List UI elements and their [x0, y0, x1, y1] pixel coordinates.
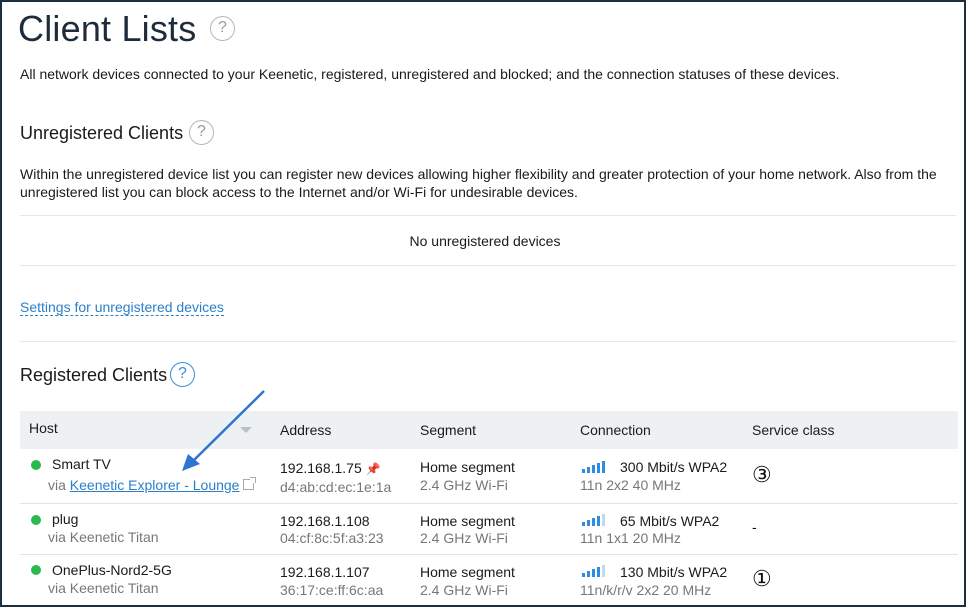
signal-bars-icon [582, 461, 608, 473]
sort-caret-icon[interactable] [240, 427, 252, 433]
mac-address: 04:cf:8c:5f:a3:23 [280, 530, 384, 546]
host-via: via Keenetic Explorer - Lounge [48, 477, 257, 493]
signal-bar [592, 569, 595, 577]
segment: Home segment [420, 564, 515, 580]
host-name[interactable]: plug [52, 511, 78, 527]
ip-address: 192.168.1.75 📌 [280, 460, 381, 476]
external-link-icon[interactable] [243, 477, 257, 490]
mac-address: 36:17:ce:ff:6c:aa [280, 582, 384, 598]
host-via: via Keenetic Titan [48, 580, 159, 596]
column-header-address[interactable]: Address [280, 422, 331, 438]
signal-bar [592, 465, 595, 473]
divider [20, 265, 956, 266]
help-icon[interactable]: ? [210, 16, 235, 41]
page-title: Client Lists [18, 8, 197, 49]
signal-bar [602, 514, 605, 526]
table-header: Host Address Segment Connection Service … [20, 411, 958, 449]
host-name[interactable]: OnePlus-Nord2-5G [52, 562, 172, 578]
service-class[interactable]: ③ [752, 462, 772, 488]
unregistered-description: Within the unregistered device list you … [20, 166, 937, 200]
column-header-connection[interactable]: Connection [580, 422, 651, 438]
segment: Home segment [420, 513, 515, 529]
table-row[interactable]: Smart TV via Keenetic Explorer - Lounge … [20, 449, 958, 503]
service-class[interactable]: - [752, 519, 757, 535]
column-header-segment[interactable]: Segment [420, 422, 476, 438]
signal-bar [587, 571, 590, 577]
signal-bar [602, 461, 605, 473]
registered-clients-title: Registered Clients [20, 365, 168, 385]
no-unregistered-devices-text: No unregistered devices [409, 233, 561, 249]
column-header-service-class[interactable]: Service class [752, 422, 834, 438]
host-via: via Keenetic Titan [48, 529, 159, 545]
settings-unregistered-link[interactable]: Settings for unregistered devices [20, 299, 224, 316]
signal-bar [597, 463, 600, 473]
status-online-dot [31, 515, 41, 525]
band: 2.4 GHz Wi-Fi [420, 477, 508, 493]
service-class[interactable]: ① [752, 566, 772, 592]
connection-mode: 11n 2x2 40 MHz [580, 477, 681, 493]
pin-icon: 📌 [365, 462, 381, 476]
registered-help-icon[interactable]: ? [170, 362, 195, 387]
ip-address: 192.168.1.108 [280, 513, 370, 529]
divider [20, 215, 956, 216]
unregistered-clients-title: Unregistered Clients [20, 123, 184, 143]
table-row[interactable]: plug via Keenetic Titan 192.168.1.108 04… [20, 504, 958, 554]
table-row[interactable]: OnePlus-Nord2-5G via Keenetic Titan 192.… [20, 555, 958, 605]
unregistered-help-icon[interactable]: ? [189, 120, 214, 145]
divider [20, 341, 956, 342]
via-link[interactable]: Keenetic Explorer - Lounge [70, 477, 240, 493]
signal-bars-icon [582, 565, 608, 577]
app-frame: Client Lists ? All network devices conne… [0, 0, 966, 607]
mac-address: d4:ab:cd:ec:1e:1a [280, 479, 392, 495]
connection-rate: 65 Mbit/s WPA2 [620, 513, 720, 529]
connection-mode: 11n 1x1 20 MHz [580, 530, 681, 546]
signal-bar [597, 516, 600, 526]
band: 2.4 GHz Wi-Fi [420, 530, 508, 546]
column-header-host[interactable]: Host [29, 420, 58, 436]
signal-bars-icon [582, 514, 608, 526]
connection-rate: 130 Mbit/s WPA2 [620, 564, 728, 580]
status-online-dot [31, 460, 41, 470]
ip-address: 192.168.1.107 [280, 564, 370, 580]
signal-bar [582, 522, 585, 526]
signal-bar [597, 567, 600, 577]
signal-bar [587, 520, 590, 526]
band: 2.4 GHz Wi-Fi [420, 582, 508, 598]
status-online-dot [31, 565, 41, 575]
segment: Home segment [420, 459, 515, 475]
connection-mode: 11n/k/r/v 2x2 20 MHz [580, 582, 712, 598]
connection-rate: 300 Mbit/s WPA2 [620, 459, 728, 475]
page-description: All network devices connected to your Ke… [20, 66, 840, 82]
host-name[interactable]: Smart TV [52, 456, 111, 472]
signal-bar [592, 518, 595, 526]
signal-bar [587, 467, 590, 473]
signal-bar [582, 469, 585, 473]
signal-bar [582, 573, 585, 577]
signal-bar [602, 565, 605, 577]
